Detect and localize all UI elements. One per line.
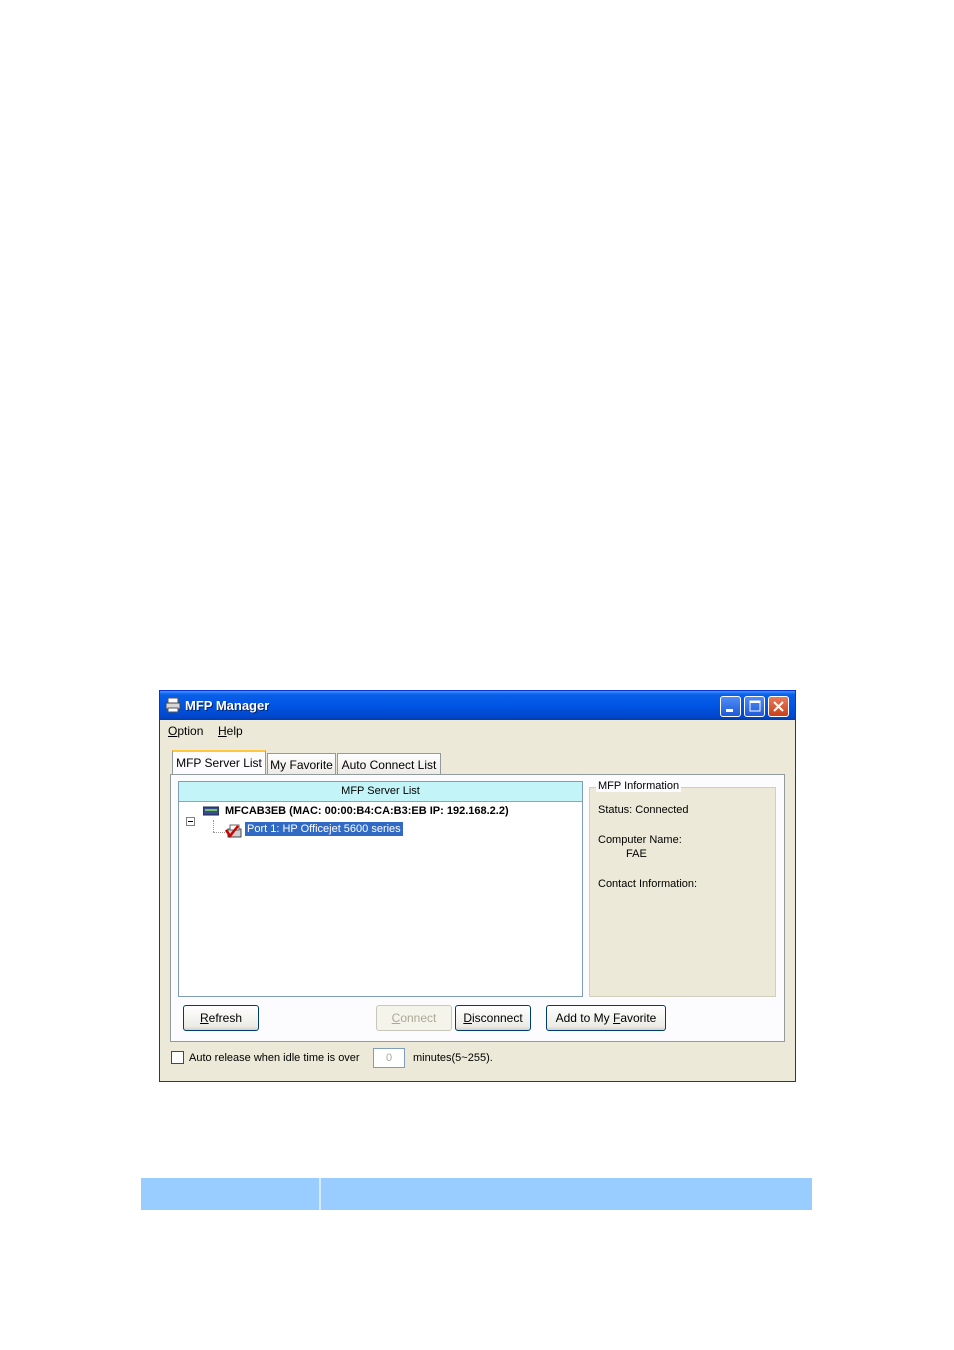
add-to-favorite-button[interactable]: Add to My Favorite	[546, 1005, 666, 1031]
mfp-information-legend: MFP Information	[596, 780, 682, 792]
minimize-button[interactable]	[720, 696, 741, 717]
tree-line	[213, 820, 214, 832]
server-list-header[interactable]: MFP Server List	[179, 782, 582, 802]
title-bar[interactable]: MFP Manager	[160, 691, 795, 720]
computer-name-value: FAE	[626, 848, 647, 860]
computer-name-label: Computer Name:	[598, 834, 682, 846]
mfp-manager-window: MFP Manager Option Help MFP Server List …	[159, 690, 796, 1082]
server-icon	[203, 806, 219, 816]
tree-item-server[interactable]: MFCAB3EB (MAC: 00:00:B4:CA:B3:EB IP: 192…	[225, 805, 509, 817]
menu-help[interactable]: Help	[218, 724, 243, 738]
port-label: Port 1: HP Officejet 5600 series	[245, 822, 403, 836]
refresh-button[interactable]: Refresh	[183, 1005, 259, 1031]
window-title: MFP Manager	[185, 698, 270, 713]
connected-printer-icon	[225, 824, 242, 839]
tree-item-port[interactable]: Port 1: HP Officejet 5600 series	[245, 822, 403, 836]
menu-bar: Option Help	[160, 721, 795, 741]
idle-minutes-input[interactable]: 0	[373, 1048, 405, 1068]
table-header-bar	[141, 1178, 812, 1210]
tree-line	[213, 832, 225, 833]
tab-mfp-server-list[interactable]: MFP Server List	[172, 750, 266, 774]
maximize-icon	[749, 700, 761, 712]
menu-option[interactable]: Option	[168, 724, 203, 738]
tab-panel: MFP Server List MFCAB3EB (MAC: 00:00:B4:…	[170, 774, 785, 1042]
server-tree[interactable]: MFP Server List MFCAB3EB (MAC: 00:00:B4:…	[178, 781, 583, 997]
auto-release-label: Auto release when idle time is over	[189, 1052, 360, 1064]
collapse-toggle[interactable]	[186, 817, 195, 826]
tab-auto-connect-list[interactable]: Auto Connect List	[337, 753, 441, 774]
mfp-information-group: MFP Information Status: Connected Comput…	[589, 780, 776, 997]
auto-release-checkbox[interactable]	[171, 1051, 184, 1064]
disconnect-button[interactable]: Disconnect	[455, 1005, 531, 1031]
close-button[interactable]	[768, 696, 789, 717]
column-divider	[319, 1178, 321, 1210]
tab-my-favorite[interactable]: My Favorite	[267, 753, 336, 774]
connect-button[interactable]: Connect	[376, 1005, 452, 1031]
status-text: Status: Connected	[598, 804, 689, 816]
minutes-range-label: minutes(5~255).	[413, 1052, 493, 1064]
contact-information-label: Contact Information:	[598, 878, 698, 890]
minimize-icon	[726, 709, 733, 712]
printer-icon	[165, 697, 181, 713]
close-icon	[773, 701, 784, 712]
maximize-button[interactable]	[744, 696, 765, 717]
